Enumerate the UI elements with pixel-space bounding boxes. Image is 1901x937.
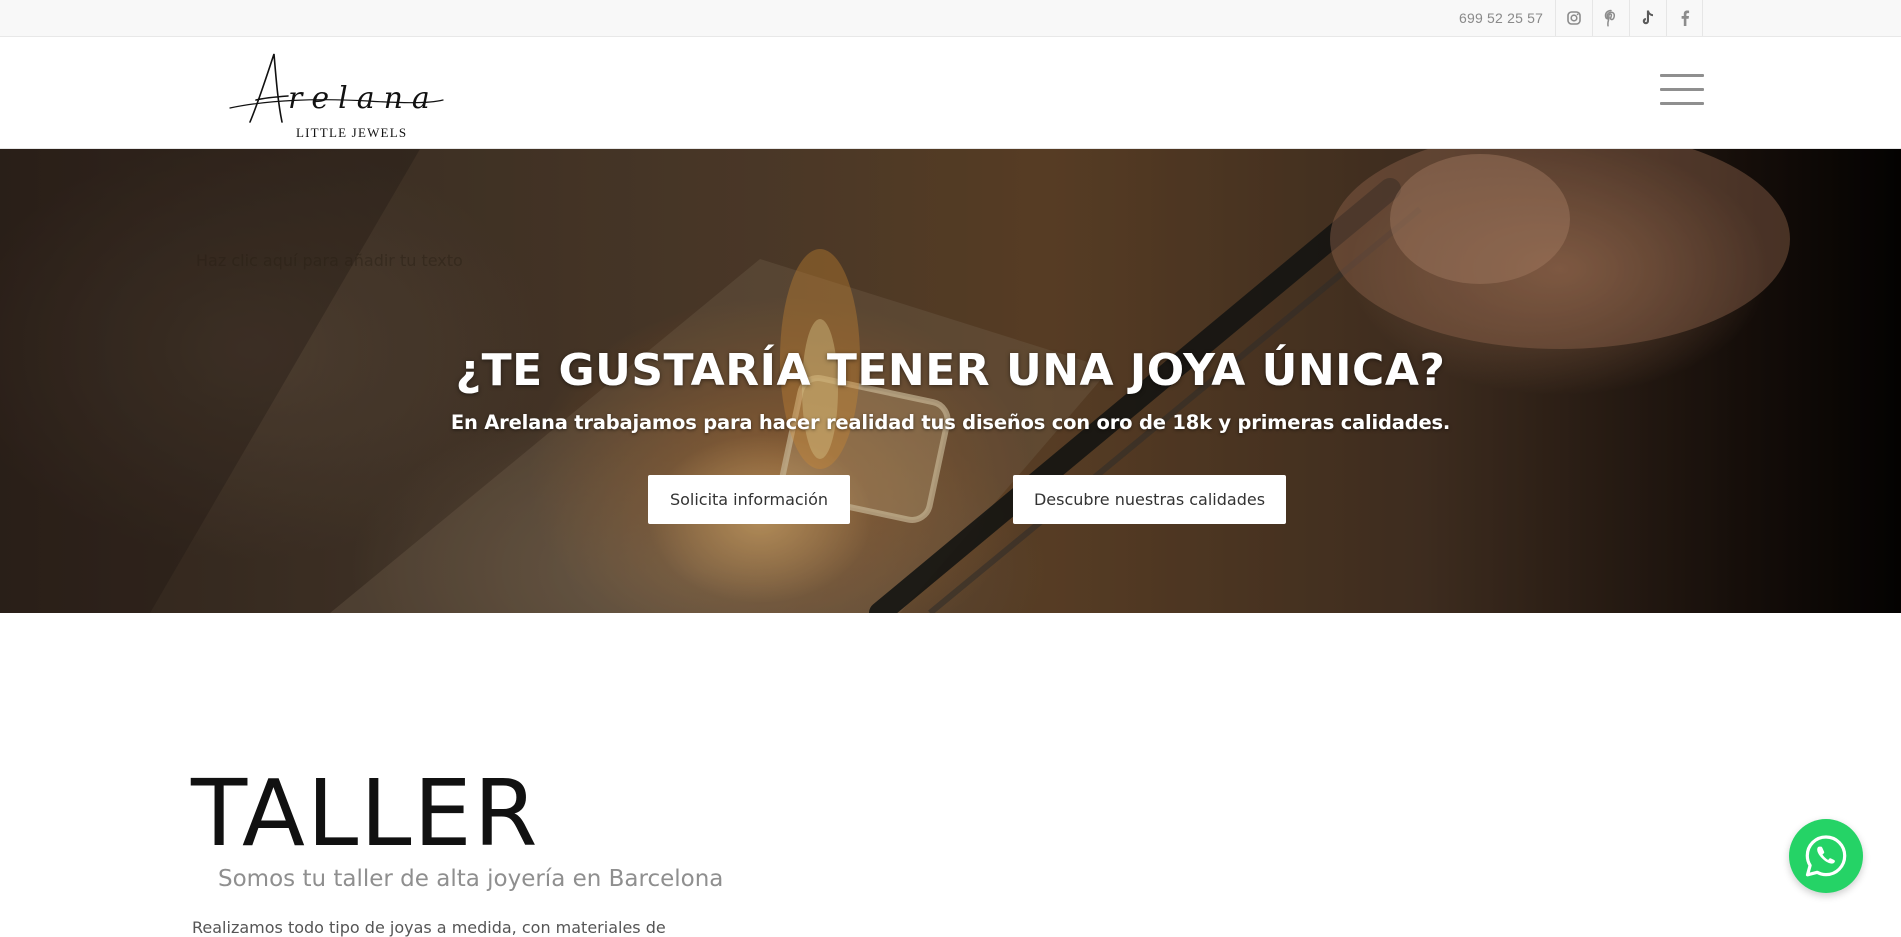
whatsapp-icon (1805, 835, 1847, 877)
pinterest-icon[interactable] (1592, 0, 1629, 36)
section-body-text: Realizamos todo tipo de joyas a medida, … (192, 918, 666, 937)
hero-banner: Haz clic aquí para añadir tu texto ¿TE G… (0, 149, 1901, 613)
hero-faint-text: Haz clic aquí para añadir tu texto (196, 251, 463, 270)
discover-qualities-button[interactable]: Descubre nuestras calidades (1013, 475, 1286, 524)
hero-subtitle: En Arelana trabajamos para hacer realida… (450, 411, 1451, 434)
instagram-icon[interactable] (1555, 0, 1592, 36)
logo-tagline: LITTLE JEWELS (296, 125, 407, 140)
section-title: TALLER (191, 760, 540, 867)
site-header: relana LITTLE JEWELS (0, 37, 1901, 149)
whatsapp-button[interactable] (1789, 819, 1863, 893)
tiktok-icon[interactable] (1629, 0, 1666, 36)
hamburger-menu-icon[interactable] (1660, 74, 1706, 108)
svg-text:relana: relana (288, 81, 439, 116)
hero-title: ¿TE GUSTARÍA TENER UNA JOYA ÚNICA? (455, 345, 1446, 396)
top-bar: 699 52 25 57 (0, 0, 1901, 37)
phone-number[interactable]: 699 52 25 57 (1459, 0, 1543, 36)
request-info-button[interactable]: Solicita información (648, 475, 850, 524)
logo-image: relana LITTLE JEWELS (229, 53, 444, 140)
section-subtitle: Somos tu taller de alta joyería en Barce… (218, 866, 724, 892)
facebook-icon[interactable] (1666, 0, 1703, 36)
site-logo[interactable]: relana LITTLE JEWELS (228, 48, 458, 140)
